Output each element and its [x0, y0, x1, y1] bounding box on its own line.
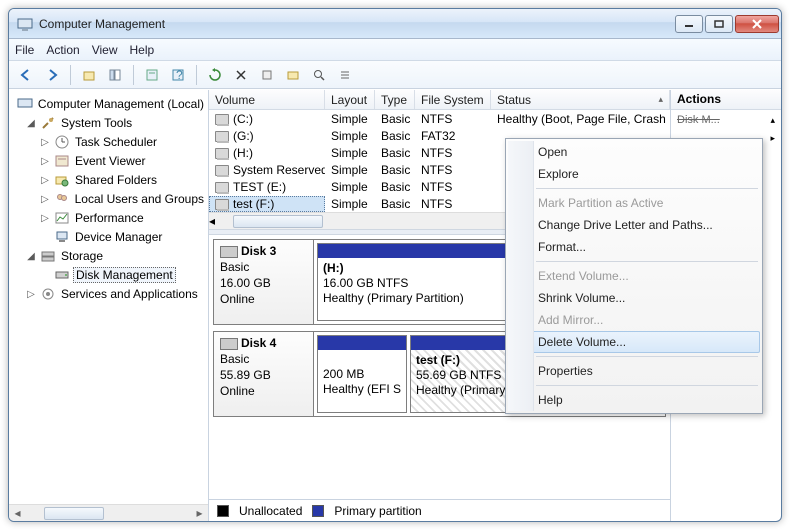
partition[interactable]: 200 MBHealthy (EFI System Partition): [317, 335, 407, 413]
tree-scrollbar[interactable]: ◂▸: [9, 504, 208, 521]
tree-system-tools[interactable]: System Tools: [59, 116, 134, 130]
clock-icon: [54, 134, 70, 150]
tree-local-users[interactable]: Local Users and Groups: [73, 192, 206, 206]
menu-format[interactable]: Format...: [508, 236, 760, 258]
col-type[interactable]: Type: [375, 90, 415, 109]
computer-icon: [17, 96, 33, 112]
list-icon[interactable]: [334, 64, 356, 86]
volume-row[interactable]: (C:)SimpleBasicNTFSHealthy (Boot, Page F…: [209, 110, 670, 127]
tree-disk-management[interactable]: Disk Management: [73, 267, 176, 283]
volume-list-header: Volume Layout Type File System Status▴: [209, 90, 670, 110]
toolbar: ?: [9, 61, 781, 89]
expand-icon[interactable]: ▷: [39, 156, 51, 167]
tree-storage[interactable]: Storage: [59, 249, 105, 263]
menu-extend-volume: Extend Volume...: [508, 265, 760, 287]
back-button[interactable]: [15, 64, 37, 86]
context-menu: Open Explore Mark Partition as Active Ch…: [505, 138, 763, 414]
properties-button[interactable]: [141, 64, 163, 86]
menu-explore[interactable]: Explore: [508, 163, 760, 185]
col-layout[interactable]: Layout: [325, 90, 375, 109]
menubar: File Action View Help: [9, 39, 781, 61]
show-hide-tree-button[interactable]: [104, 64, 126, 86]
storage-icon: [40, 248, 56, 264]
actions-header: Actions: [671, 90, 781, 110]
menu-action[interactable]: Action: [46, 43, 79, 57]
expand-icon[interactable]: ▷: [39, 213, 51, 224]
delete-button[interactable]: [230, 64, 252, 86]
services-icon: [40, 286, 56, 302]
menu-change-letter[interactable]: Change Drive Letter and Paths...: [508, 214, 760, 236]
tools-icon: [40, 115, 56, 131]
expand-icon[interactable]: ▷: [25, 289, 37, 300]
tree-performance[interactable]: Performance: [73, 211, 146, 225]
col-volume[interactable]: Volume: [209, 90, 325, 109]
menu-help[interactable]: Help: [130, 43, 155, 57]
sort-indicator-icon: ▴: [658, 94, 663, 105]
volume-icon: [215, 131, 229, 142]
col-filesystem[interactable]: File System: [415, 90, 491, 109]
legend-unallocated: Unallocated: [239, 504, 302, 518]
app-icon: [17, 16, 33, 32]
svg-text:?: ?: [176, 68, 183, 82]
collapse-icon[interactable]: ◢: [25, 251, 37, 262]
menu-open[interactable]: Open: [508, 141, 760, 163]
close-button[interactable]: [735, 15, 779, 33]
performance-icon: [54, 210, 70, 226]
shared-folders-icon: [54, 172, 70, 188]
tree-shared-folders[interactable]: Shared Folders: [73, 173, 159, 187]
menu-file[interactable]: File: [15, 43, 34, 57]
titlebar[interactable]: Computer Management: [9, 9, 781, 39]
tree-device-manager[interactable]: Device Manager: [73, 230, 164, 244]
maximize-button[interactable]: [705, 15, 733, 33]
volume-icon: [215, 199, 229, 210]
tree-root[interactable]: Computer Management (Local): [36, 97, 206, 111]
menu-mark-active: Mark Partition as Active: [508, 192, 760, 214]
menu-view[interactable]: View: [92, 43, 118, 57]
disk-management-icon: [54, 267, 70, 283]
col-status[interactable]: Status▴: [491, 90, 670, 109]
legend-primary: Primary partition: [334, 504, 421, 518]
volume-icon: [215, 165, 229, 176]
users-icon: [54, 191, 70, 207]
disk-info[interactable]: Disk 3 Basic 16.00 GB Online: [214, 240, 314, 324]
legend-swatch-primary: [312, 505, 324, 517]
tree-event-viewer[interactable]: Event Viewer: [73, 154, 147, 168]
expand-icon[interactable]: ▸: [770, 133, 775, 143]
up-button[interactable]: [78, 64, 100, 86]
disk-info[interactable]: Disk 4 Basic 55.89 GB Online: [214, 332, 314, 416]
expand-icon[interactable]: ▷: [39, 175, 51, 186]
refresh-button[interactable]: [204, 64, 226, 86]
tree-services-apps[interactable]: Services and Applications: [59, 287, 200, 301]
folder-icon[interactable]: [282, 64, 304, 86]
volume-icon: [215, 148, 229, 159]
legend: Unallocated Primary partition: [209, 499, 670, 521]
collapse-icon[interactable]: ◢: [25, 118, 37, 129]
volume-icon: [215, 182, 229, 193]
menu-add-mirror: Add Mirror...: [508, 309, 760, 331]
collapse-icon[interactable]: ▴: [770, 115, 775, 126]
tree-task-scheduler[interactable]: Task Scheduler: [73, 135, 159, 149]
menu-delete-volume[interactable]: Delete Volume...: [508, 331, 760, 353]
help-button[interactable]: ?: [167, 64, 189, 86]
search-icon[interactable]: [308, 64, 330, 86]
settings-icon[interactable]: [256, 64, 278, 86]
legend-swatch-unallocated: [217, 505, 229, 517]
expand-icon[interactable]: ▷: [39, 194, 51, 205]
menu-properties[interactable]: Properties: [508, 360, 760, 382]
disk-icon: [220, 246, 238, 258]
disk-icon: [220, 338, 238, 350]
window-title: Computer Management: [39, 17, 675, 31]
menu-shrink-volume[interactable]: Shrink Volume...: [508, 287, 760, 309]
event-viewer-icon: [54, 153, 70, 169]
forward-button[interactable]: [41, 64, 63, 86]
volume-icon: [215, 114, 229, 125]
menu-help[interactable]: Help: [508, 389, 760, 411]
device-manager-icon: [54, 229, 70, 245]
navigation-tree-pane: Computer Management (Local) ◢ System Tool…: [9, 90, 209, 521]
expand-icon[interactable]: ▷: [39, 137, 51, 148]
minimize-button[interactable]: [675, 15, 703, 33]
